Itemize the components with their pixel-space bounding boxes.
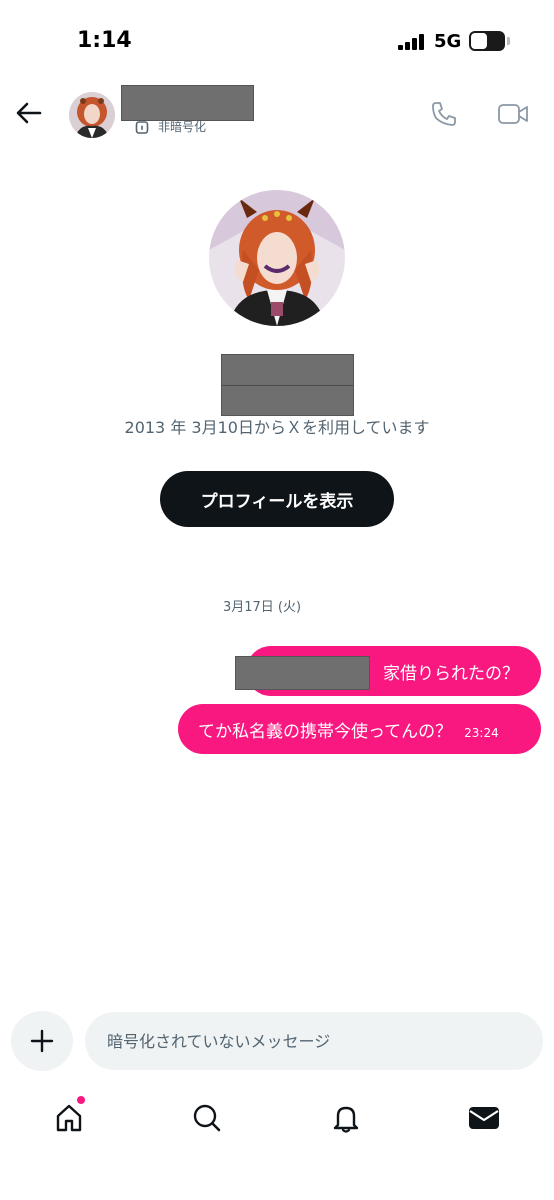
message-text: てか私名義の携帯今使ってんの？ bbox=[198, 721, 453, 742]
avatar[interactable] bbox=[69, 92, 115, 138]
date-separator: 3月17日 (火) bbox=[222, 600, 302, 615]
arrow-left-icon bbox=[16, 102, 42, 124]
message-timestamp: 23:24 bbox=[464, 726, 499, 740]
bottom-nav bbox=[0, 1088, 554, 1148]
conversation-header: 非暗号化 bbox=[0, 80, 554, 150]
network-type: 5G bbox=[434, 31, 462, 52]
status-time: 1:14 bbox=[77, 28, 132, 53]
message-bubble[interactable]: てか私名義の携帯今使ってんの？ 23:24 bbox=[178, 704, 541, 754]
redacted-profile-name bbox=[221, 354, 354, 416]
battery-level: 50 bbox=[477, 33, 497, 49]
status-bar: 1:14 5G 50 bbox=[0, 0, 554, 80]
nav-home[interactable] bbox=[49, 1098, 89, 1138]
message-text: 家借りられたの？ bbox=[383, 663, 519, 684]
mail-icon bbox=[469, 1107, 499, 1129]
battery-tip bbox=[507, 37, 510, 45]
video-camera-icon bbox=[498, 104, 528, 124]
avatar-image bbox=[69, 92, 115, 138]
nav-search[interactable] bbox=[187, 1098, 227, 1138]
redacted-message-text bbox=[235, 656, 370, 690]
back-button[interactable] bbox=[12, 96, 46, 130]
phone-icon bbox=[432, 102, 456, 126]
profile-avatar-image bbox=[209, 190, 345, 326]
message-composer bbox=[85, 1012, 543, 1070]
encryption-status: 非暗号化 bbox=[134, 118, 206, 135]
video-call-button[interactable] bbox=[496, 98, 530, 130]
bell-icon bbox=[333, 1106, 359, 1133]
voice-call-button[interactable] bbox=[428, 98, 460, 130]
battery-icon: 50 bbox=[469, 31, 505, 51]
home-notification-dot bbox=[77, 1096, 85, 1104]
redacted-display-name bbox=[121, 85, 254, 121]
encryption-label: 非暗号化 bbox=[158, 120, 207, 134]
joined-date: 2013 年 3月10日からＸを利用しています bbox=[124, 418, 430, 437]
lock-icon bbox=[135, 120, 149, 134]
nav-messages[interactable] bbox=[464, 1098, 504, 1138]
search-icon bbox=[193, 1104, 221, 1132]
add-attachment-button[interactable] bbox=[11, 1011, 73, 1071]
home-icon bbox=[56, 1104, 82, 1132]
signal-icon bbox=[398, 34, 426, 50]
nav-notifications[interactable] bbox=[326, 1098, 366, 1138]
plus-icon bbox=[30, 1029, 54, 1053]
view-profile-button[interactable]: プロフィールを表示 bbox=[160, 471, 394, 527]
message-input[interactable] bbox=[85, 1012, 543, 1070]
profile-avatar[interactable] bbox=[209, 190, 345, 326]
